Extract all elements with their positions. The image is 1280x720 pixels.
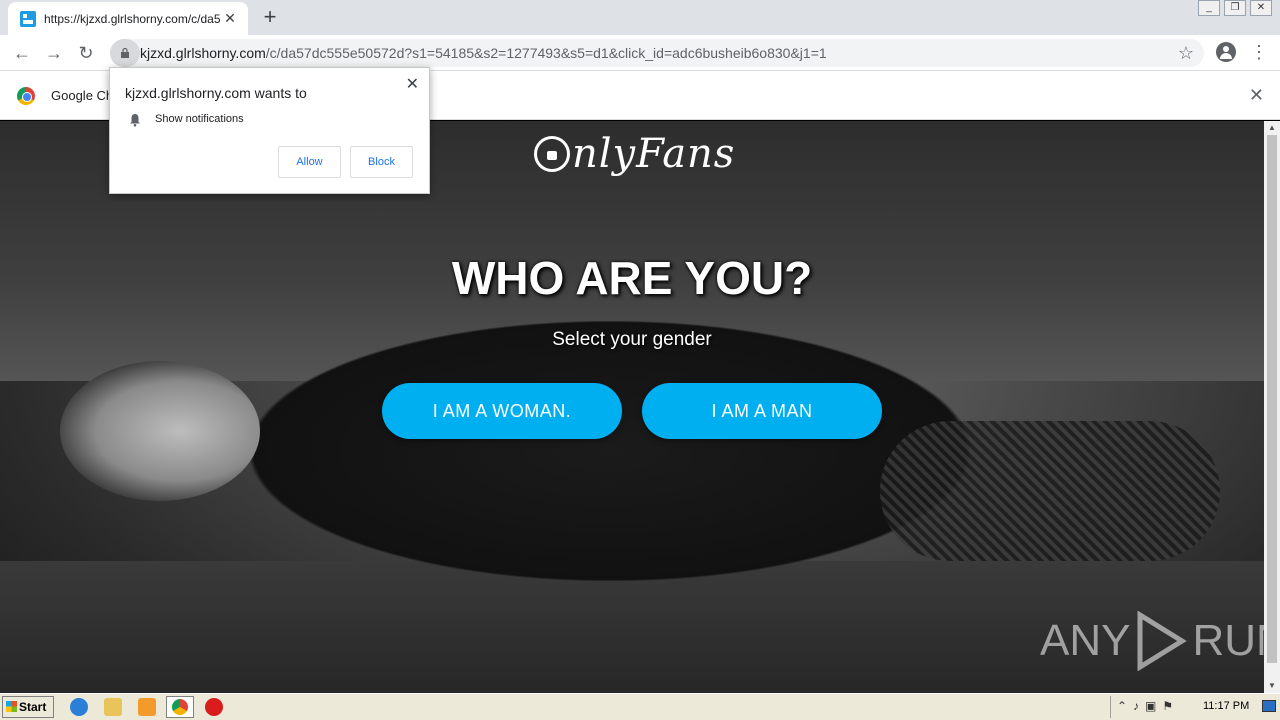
woman-button[interactable]: I AM A WOMAN.: [382, 383, 622, 439]
block-button[interactable]: Block: [350, 146, 413, 178]
man-button[interactable]: I AM A MAN: [642, 383, 882, 439]
logo-lock-icon: [534, 136, 570, 172]
page-headline: WHO ARE YOU?: [451, 252, 813, 304]
tray-icons[interactable]: ⌃♪▣⚑: [1117, 699, 1179, 713]
infobar-message: Google Ch: [51, 88, 114, 103]
show-desktop-icon[interactable]: [1262, 700, 1276, 712]
lock-icon: [121, 48, 129, 58]
url-text: kjzxd.glrlshorny.com/c/da57dc555e50572d?…: [140, 45, 827, 61]
account-icon[interactable]: [1216, 42, 1236, 62]
allow-button[interactable]: Allow: [278, 146, 341, 178]
restore-button[interactable]: ❐: [1224, 0, 1246, 16]
chrome-logo-icon: [17, 87, 35, 105]
taskbar-clock: 11:17 PM: [1203, 700, 1250, 712]
internet-explorer-icon[interactable]: [70, 698, 88, 716]
media-player-icon[interactable]: [138, 698, 156, 716]
play-icon: [1137, 611, 1188, 671]
popup-close-icon[interactable]: ✕: [406, 74, 419, 94]
site-favicon-icon: [20, 10, 36, 27]
browser-toolbar: ← → ↻ kjzxd.glrlshorny.com/c/da57dc555e5…: [0, 35, 1280, 71]
anyrun-watermark: ANY RUN: [1040, 611, 1264, 671]
popup-title: kjzxd.glrlshorny.com wants to: [125, 85, 307, 101]
page-subheadline: Select your gender: [552, 329, 712, 350]
opera-icon[interactable]: [205, 698, 223, 716]
tab-close-icon[interactable]: ✕: [222, 10, 238, 26]
window-controls: _ ❐ ✕: [1198, 0, 1272, 16]
url-host: kjzxd.glrlshorny.com: [140, 45, 266, 61]
scroll-up-icon[interactable]: ▲: [1264, 122, 1280, 134]
minimize-button[interactable]: _: [1198, 0, 1220, 16]
browser-menu-icon[interactable]: ⋮: [1250, 42, 1268, 62]
scroll-thumb[interactable]: [1267, 135, 1277, 663]
address-bar[interactable]: kjzxd.glrlshorny.com/c/da57dc555e50572d?…: [110, 39, 1204, 67]
permission-label: Show notifications: [155, 113, 244, 125]
background-figure: [250, 321, 970, 581]
start-label: Start: [19, 700, 47, 714]
background-figure-legs: [880, 421, 1220, 561]
forward-button[interactable]: →: [42, 41, 66, 65]
file-explorer-icon[interactable]: [104, 698, 122, 716]
windows-logo-icon: [6, 701, 17, 712]
site-logo: nlyFans: [534, 131, 735, 177]
system-tray: ⌃♪▣⚑ 11:17 PM: [1110, 696, 1280, 718]
url-path: /c/da57dc555e50572d?s1=54185&s2=1277493&…: [265, 45, 827, 61]
tab-strip: https://kjzxd.glrlshorny.com/c/da57 ✕ + …: [0, 0, 1280, 35]
notification-permission-popup: kjzxd.glrlshorny.com wants to ✕ Show not…: [109, 67, 430, 194]
background-figure-head: [60, 361, 260, 501]
infobar-close-icon[interactable]: ✕: [1249, 85, 1264, 106]
windows-taskbar: Start ⌃♪▣⚑ 11:17 PM: [0, 693, 1280, 720]
page-scrollbar[interactable]: ▲ ▼: [1264, 121, 1280, 693]
logo-text: nlyFans: [572, 131, 736, 177]
new-tab-button[interactable]: +: [259, 6, 281, 28]
scroll-down-icon[interactable]: ▼: [1264, 680, 1280, 692]
close-window-button[interactable]: ✕: [1250, 0, 1272, 16]
browser-tab[interactable]: https://kjzxd.glrlshorny.com/c/da57 ✕: [8, 2, 248, 35]
watermark-left: ANY: [1040, 616, 1131, 665]
bookmark-star-icon[interactable]: ☆: [1178, 43, 1194, 64]
tab-title: https://kjzxd.glrlshorny.com/c/da57: [44, 11, 220, 26]
start-button[interactable]: Start: [2, 696, 54, 718]
site-info-button[interactable]: [110, 39, 140, 67]
back-button[interactable]: ←: [10, 41, 34, 65]
chrome-taskbar-icon[interactable]: [166, 696, 194, 718]
reload-button[interactable]: ↻: [74, 41, 98, 65]
page-content: nlyFans WHO ARE YOU? Select your gender …: [0, 121, 1264, 693]
bell-icon: [130, 114, 140, 127]
watermark-right: RUN: [1192, 616, 1264, 665]
